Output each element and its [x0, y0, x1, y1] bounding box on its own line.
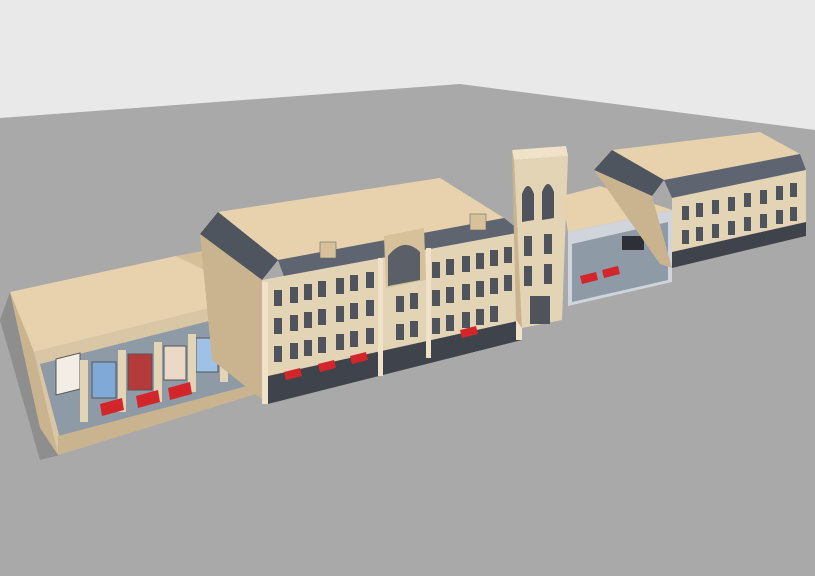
streetscape-model-svg — [0, 0, 815, 576]
shop-sign-panel — [622, 236, 644, 250]
clock-tower — [512, 146, 568, 328]
poster-2 — [91, 361, 117, 399]
poster-1 — [55, 352, 81, 396]
poster-3 — [127, 353, 153, 391]
poster-4 — [163, 345, 187, 381]
architecture-render — [0, 0, 815, 576]
